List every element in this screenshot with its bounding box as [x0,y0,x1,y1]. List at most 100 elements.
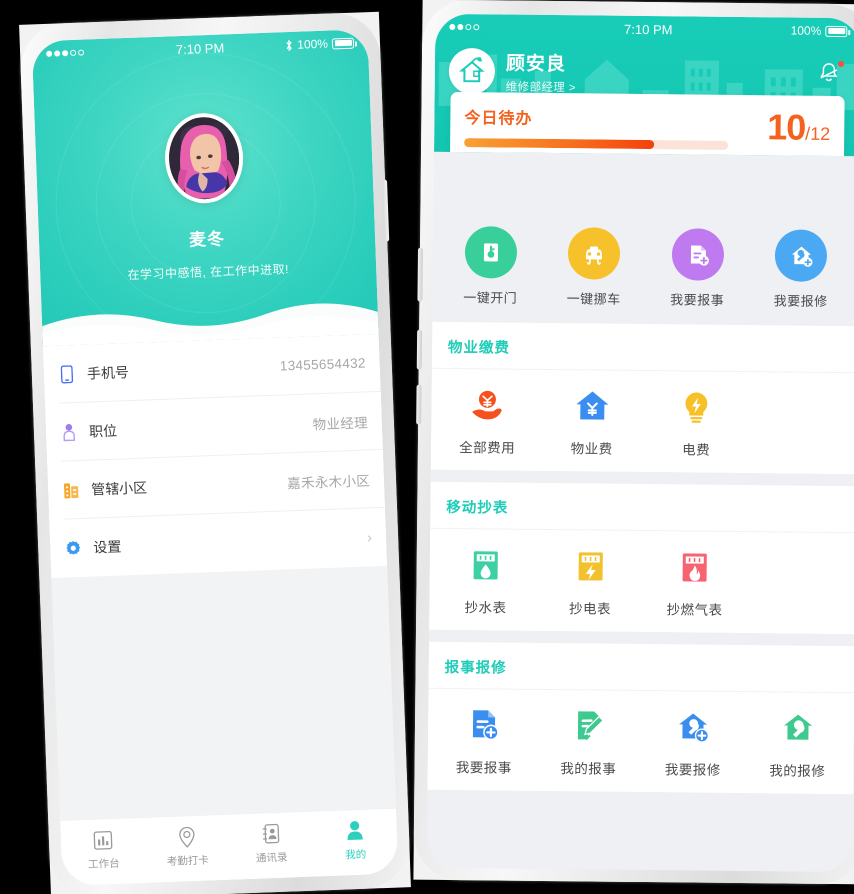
quick-actions-row: 一键开门 一键挪车 我要报事 我要报修 [432,151,854,327]
phone-left-screen: 7:10 PM 100% 麦冬 在学习中感悟, 在工作中进取! 手机号 1345… [31,29,399,886]
chevron-right-icon: › [366,528,373,546]
user-row: 顾安良 维修部经理 > [435,40,854,98]
section-item-electric-fee[interactable]: 电费 [644,385,749,459]
section-item-empty [748,386,853,460]
workbench-icon [93,828,114,852]
section-item-empty [747,546,852,620]
todo-count-total: /12 [805,123,831,144]
house-wrench-icon [779,706,817,750]
section-title: 报事报修 [428,653,854,694]
empty-area [51,565,397,820]
today-todo-card: 今日待办 待处理:5 进行中:3 [449,91,845,157]
quick-action-label: 一键挪车 [566,291,621,307]
phone-right-volume-up-button[interactable] [417,247,424,302]
section-item-label: 我的报修 [769,763,826,779]
house-leaf-logo [448,47,496,95]
user-avatar-photo [167,115,241,201]
tab-contacts[interactable]: 通讯录 [228,821,314,867]
section-item-electric-meter[interactable]: 抄电表 [538,544,643,618]
info-label: 手机号 [86,363,130,382]
tab-mine[interactable]: 我的 [312,818,398,864]
section-item-label: 电费 [682,442,711,458]
phone-right-volume-down-button[interactable] [416,329,423,370]
battery-icon [331,37,355,49]
phone-right-screen: 7:10 PM 100% 顾安良 维修部经理 > 今日待办 10 /12 一键开… [426,13,854,873]
quick-action-label: 一键开门 [463,290,518,306]
quick-action-open-door[interactable]: 一键开门 [438,226,542,307]
tab-label: 工作台 [87,857,120,871]
house-yuan-icon [572,384,612,428]
tab-label: 我的 [345,848,367,862]
doc-plus-icon [465,703,503,747]
section-item-water-meter[interactable]: 抄水表 [433,543,538,617]
section-title: 物业缴费 [431,333,854,374]
section-item-new-report[interactable]: 我要报事 [431,703,536,777]
todo-count: 10 /12 [767,106,831,148]
tab-attendance[interactable]: 考勤打卡 [145,824,231,870]
house-wrench-plus-icon [774,229,828,282]
phone-left-power-button[interactable] [381,179,390,242]
tab-label: 考勤打卡 [166,854,210,869]
key-card-icon [464,226,517,279]
notification-badge-dot [837,61,844,68]
quick-action-report-repair[interactable]: 我要报修 [749,229,853,310]
todo-progress-track [464,138,728,150]
phone-right-power-button[interactable] [416,384,422,425]
lightbulb-icon [676,385,716,429]
right-status-bar: 7:10 PM 100% [435,14,854,44]
section-item-label: 我要报修 [664,762,721,778]
home-body: 一键开门 一键挪车 我要报事 我要报修 物业缴费 全部费用 物业费 电费 移动抄… [427,151,854,872]
section-item-label: 抄燃气表 [666,602,723,618]
battery-icon [825,25,848,37]
section-item-label: 抄电表 [568,601,612,617]
screenshot-stage: 7:10 PM 100% 麦冬 在学习中感悟, 在工作中进取! 手机号 1345… [0,0,854,894]
status-time: 7:10 PM [624,21,673,37]
info-value: 物业经理 [312,414,369,432]
quick-action-move-car[interactable]: 一键挪车 [542,227,646,308]
section-item-gas-meter[interactable]: 抄燃气表 [642,545,747,619]
section-item-all-fees[interactable]: 全部费用 [435,383,540,457]
profile-hero: 7:10 PM 100% 麦冬 在学习中感悟, 在工作中进取! [31,29,379,347]
bell-notification-icon[interactable] [817,61,845,89]
info-value: 13455654432 [279,355,366,374]
phone-left-device: 7:10 PM 100% 麦冬 在学习中感悟, 在工作中进取! 手机号 1345… [19,11,411,894]
section-item-my-reports[interactable]: 我的报事 [536,704,641,778]
location-pin-icon [178,825,197,849]
section-item-label: 我要报事 [455,760,512,776]
section-title: 移动抄表 [430,493,854,534]
info-label: 管辖小区 [90,479,148,498]
section-item-new-repair[interactable]: 我要报修 [640,705,745,779]
info-row-settings[interactable]: 设置 › [63,508,387,578]
section-item-label: 抄水表 [464,600,507,616]
section-item-label: 我的报事 [560,761,617,777]
todo-count-done: 10 [767,106,806,148]
section-item-my-repairs[interactable]: 我的报修 [745,706,850,780]
section-item-label: 全部费用 [459,440,516,456]
section-property-fees: 物业缴费 全部费用 物业费 电费 [430,321,854,475]
tab-label: 通讯录 [255,851,288,865]
car-move-icon [567,227,621,280]
contacts-icon [261,822,280,846]
building-icon [62,479,81,500]
section-item-property-fee[interactable]: 物业费 [539,384,644,458]
house-wrench-plus-icon [674,705,712,749]
phone-icon [58,364,77,385]
quick-action-label: 我要报事 [670,292,725,308]
profile-info-list: 手机号 13455654432 职位 物业经理 管辖小区 嘉禾永木小区 设置 › [42,333,388,579]
gas-meter-icon [676,545,714,589]
electric-meter-icon [571,544,609,588]
tab-workbench[interactable]: 工作台 [61,827,147,873]
info-label: 设置 [92,538,122,556]
quick-action-label: 我要报修 [773,293,828,309]
section-report-repair: 报事报修 我要报事 我的报事 我要报修 我的报修 [427,641,854,795]
doc-pencil-icon [570,704,608,748]
quick-action-report-issue[interactable]: 我要报事 [645,228,749,309]
user-name: 顾安良 [505,53,567,76]
hand-yuan-icon [467,383,507,427]
status-time: 7:10 PM [175,39,225,57]
person-badge-icon [60,422,79,443]
doc-plus-icon [671,228,724,281]
phone-right-device: 7:10 PM 100% 顾安良 维修部经理 > 今日待办 10 /12 一键开… [413,0,854,885]
person-icon [344,819,365,843]
todo-progress-fill [464,138,654,150]
